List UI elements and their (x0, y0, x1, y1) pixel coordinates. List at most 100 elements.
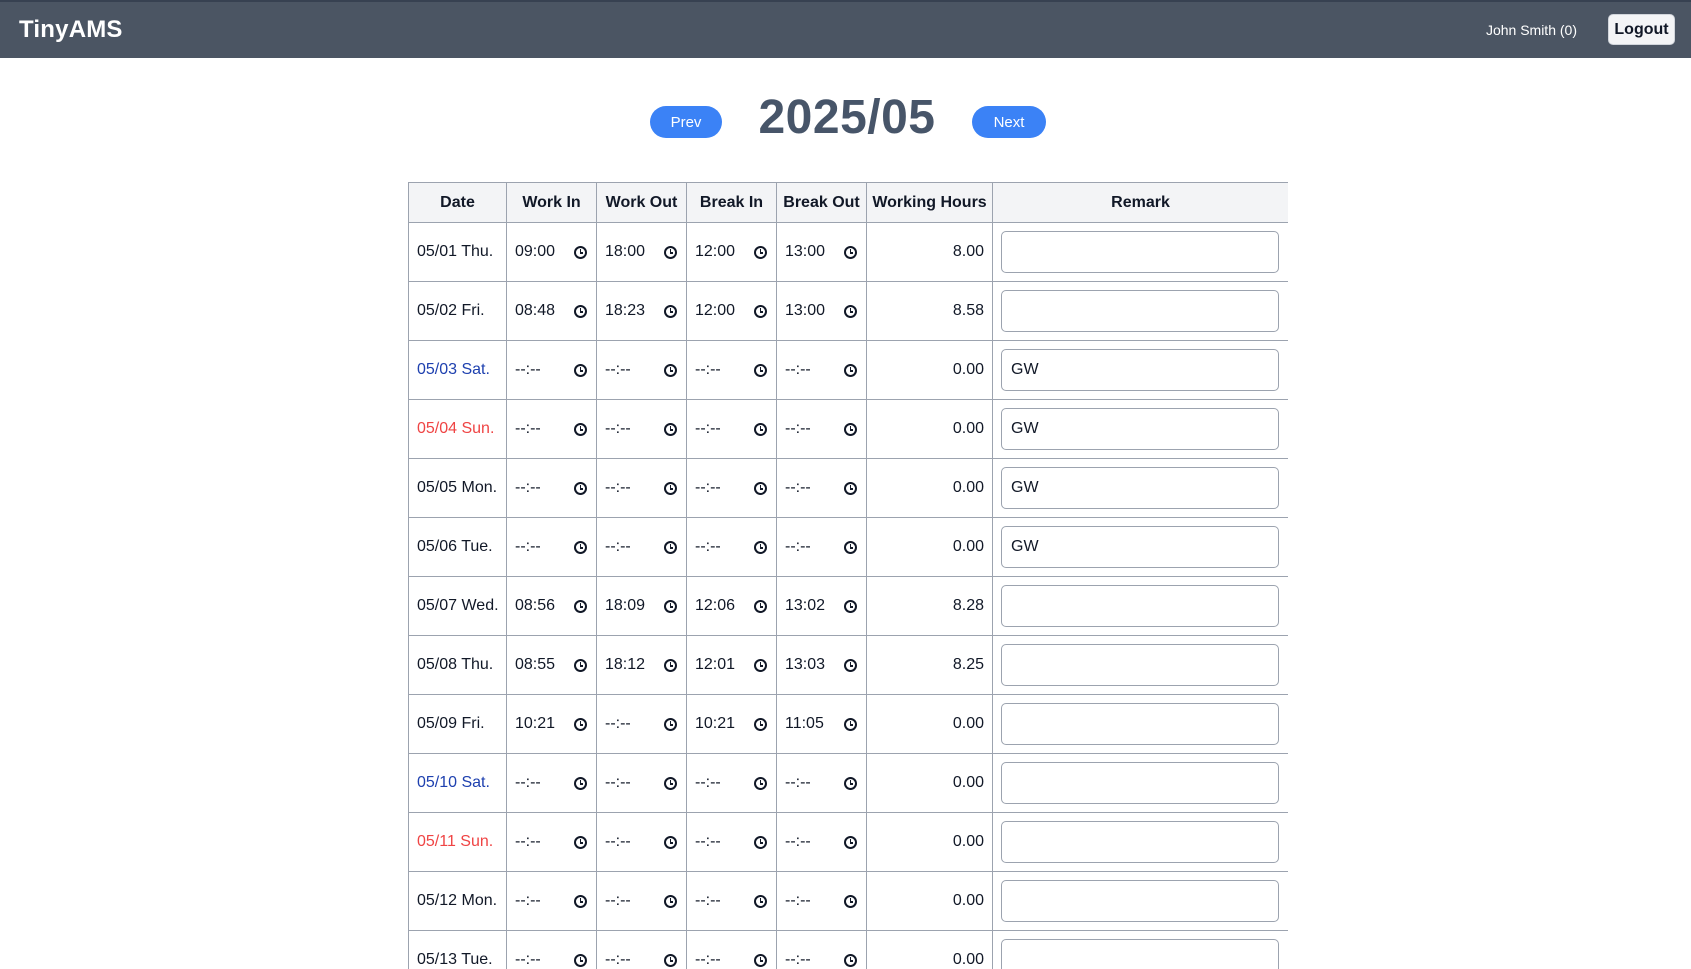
clock-icon[interactable] (664, 658, 677, 672)
clock-icon[interactable] (664, 363, 677, 377)
break-out-time-input[interactable]: --:-- (785, 420, 857, 438)
clock-icon[interactable] (664, 245, 677, 259)
break-in-time-input[interactable]: --:-- (695, 420, 767, 438)
clock-icon[interactable] (574, 245, 587, 259)
work-in-time-input[interactable]: --:-- (515, 951, 587, 969)
clock-icon[interactable] (844, 953, 857, 967)
clock-icon[interactable] (844, 835, 857, 849)
break-out-time-input[interactable]: --:-- (785, 892, 857, 910)
remark-input[interactable] (1001, 880, 1279, 922)
work-out-time-input[interactable]: --:-- (605, 420, 677, 438)
clock-icon[interactable] (844, 776, 857, 790)
logout-button[interactable]: Logout (1608, 14, 1675, 45)
clock-icon[interactable] (574, 363, 587, 377)
work-in-time-input[interactable]: --:-- (515, 420, 587, 438)
clock-icon[interactable] (574, 717, 587, 731)
work-out-time-input[interactable]: --:-- (605, 538, 677, 556)
work-in-time-input[interactable]: 10:21 (515, 715, 587, 733)
clock-icon[interactable] (844, 540, 857, 554)
clock-icon[interactable] (844, 894, 857, 908)
break-in-time-input[interactable]: --:-- (695, 361, 767, 379)
break-in-time-input[interactable]: --:-- (695, 538, 767, 556)
clock-icon[interactable] (664, 422, 677, 436)
work-out-time-input[interactable]: --:-- (605, 774, 677, 792)
work-out-time-input[interactable]: --:-- (605, 715, 677, 733)
clock-icon[interactable] (754, 658, 767, 672)
clock-icon[interactable] (574, 422, 587, 436)
clock-icon[interactable] (754, 599, 767, 613)
work-out-time-input[interactable]: --:-- (605, 892, 677, 910)
break-in-time-input[interactable]: --:-- (695, 833, 767, 851)
work-in-time-input[interactable]: --:-- (515, 833, 587, 851)
break-out-time-input[interactable]: 11:05 (785, 715, 857, 733)
clock-icon[interactable] (844, 304, 857, 318)
clock-icon[interactable] (664, 894, 677, 908)
break-out-time-input[interactable]: --:-- (785, 951, 857, 969)
break-in-time-input[interactable]: 12:06 (695, 597, 767, 615)
break-out-time-input[interactable]: 13:00 (785, 302, 857, 320)
clock-icon[interactable] (664, 717, 677, 731)
clock-icon[interactable] (574, 599, 587, 613)
clock-icon[interactable] (574, 481, 587, 495)
clock-icon[interactable] (754, 776, 767, 790)
remark-input[interactable] (1001, 939, 1279, 969)
break-in-time-input[interactable]: 12:01 (695, 656, 767, 674)
clock-icon[interactable] (754, 304, 767, 318)
clock-icon[interactable] (754, 481, 767, 495)
remark-input[interactable] (1001, 526, 1279, 568)
remark-input[interactable] (1001, 349, 1279, 391)
work-out-time-input[interactable]: 18:12 (605, 656, 677, 674)
clock-icon[interactable] (574, 658, 587, 672)
clock-icon[interactable] (574, 776, 587, 790)
clock-icon[interactable] (754, 540, 767, 554)
work-in-time-input[interactable]: --:-- (515, 479, 587, 497)
break-in-time-input[interactable]: 12:00 (695, 302, 767, 320)
work-in-time-input[interactable]: 09:00 (515, 243, 587, 261)
clock-icon[interactable] (664, 835, 677, 849)
work-out-time-input[interactable]: --:-- (605, 951, 677, 969)
work-out-time-input[interactable]: --:-- (605, 833, 677, 851)
clock-icon[interactable] (754, 717, 767, 731)
prev-month-button[interactable]: Prev (650, 106, 722, 138)
break-in-time-input[interactable]: --:-- (695, 892, 767, 910)
break-in-time-input[interactable]: --:-- (695, 479, 767, 497)
next-month-button[interactable]: Next (972, 106, 1046, 138)
clock-icon[interactable] (664, 599, 677, 613)
clock-icon[interactable] (574, 835, 587, 849)
break-out-time-input[interactable]: --:-- (785, 774, 857, 792)
app-brand[interactable]: TinyAMS (19, 16, 123, 44)
break-in-time-input[interactable]: --:-- (695, 951, 767, 969)
break-out-time-input[interactable]: 13:00 (785, 243, 857, 261)
work-in-time-input[interactable]: 08:48 (515, 302, 587, 320)
remark-input[interactable] (1001, 821, 1279, 863)
clock-icon[interactable] (754, 245, 767, 259)
work-in-time-input[interactable]: --:-- (515, 538, 587, 556)
work-in-time-input[interactable]: --:-- (515, 361, 587, 379)
clock-icon[interactable] (844, 658, 857, 672)
clock-icon[interactable] (844, 363, 857, 377)
clock-icon[interactable] (574, 540, 587, 554)
break-in-time-input[interactable]: --:-- (695, 774, 767, 792)
clock-icon[interactable] (664, 481, 677, 495)
work-out-time-input[interactable]: 18:23 (605, 302, 677, 320)
break-out-time-input[interactable]: 13:02 (785, 597, 857, 615)
work-out-time-input[interactable]: 18:09 (605, 597, 677, 615)
clock-icon[interactable] (754, 894, 767, 908)
work-out-time-input[interactable]: 18:00 (605, 243, 677, 261)
remark-input[interactable] (1001, 231, 1279, 273)
clock-icon[interactable] (664, 540, 677, 554)
break-out-time-input[interactable]: --:-- (785, 361, 857, 379)
work-in-time-input[interactable]: --:-- (515, 774, 587, 792)
clock-icon[interactable] (844, 599, 857, 613)
clock-icon[interactable] (754, 835, 767, 849)
clock-icon[interactable] (844, 717, 857, 731)
clock-icon[interactable] (664, 776, 677, 790)
remark-input[interactable] (1001, 703, 1279, 745)
remark-input[interactable] (1001, 644, 1279, 686)
work-out-time-input[interactable]: --:-- (605, 479, 677, 497)
work-in-time-input[interactable]: --:-- (515, 892, 587, 910)
clock-icon[interactable] (574, 953, 587, 967)
work-in-time-input[interactable]: 08:56 (515, 597, 587, 615)
clock-icon[interactable] (844, 422, 857, 436)
clock-icon[interactable] (664, 304, 677, 318)
